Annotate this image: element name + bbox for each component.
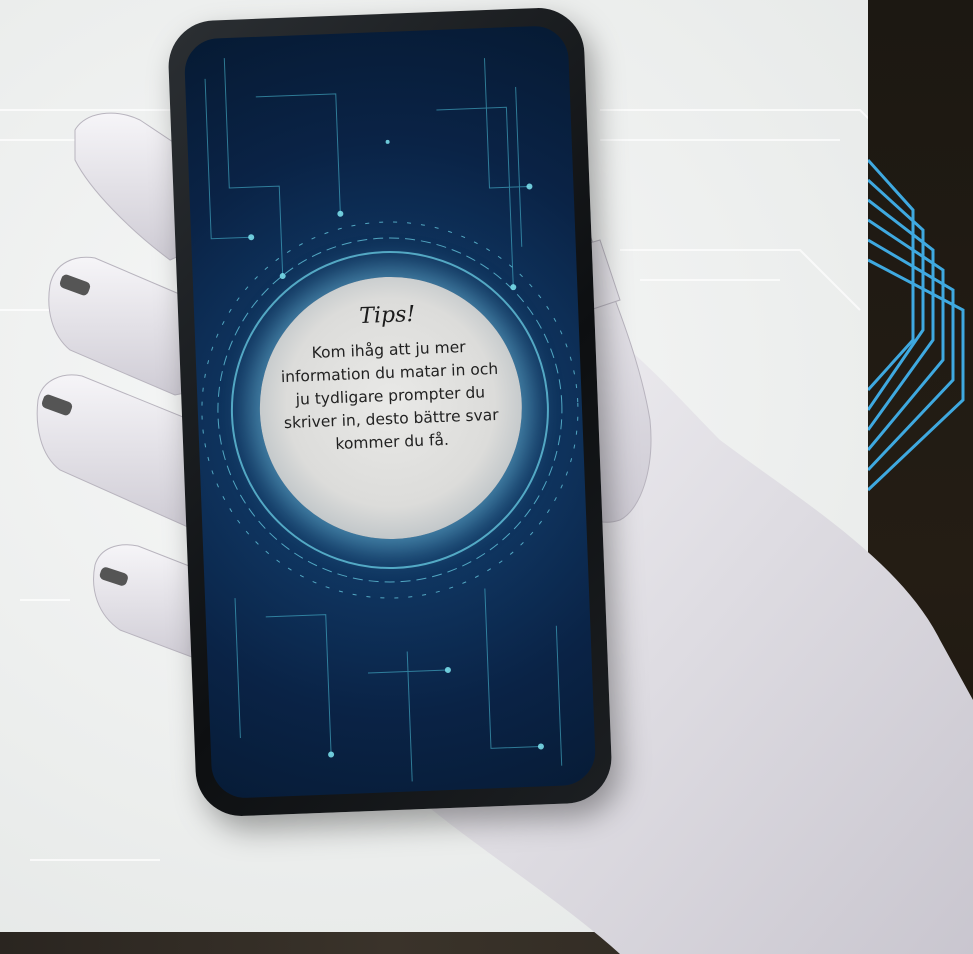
illustration-scene: Tips! Kom ihåg att ju mer information du… bbox=[0, 0, 973, 954]
tip-body: Kom ihåg att ju mer information du matar… bbox=[280, 338, 499, 454]
smartphone-icon: Tips! Kom ihåg att ju mer information du… bbox=[166, 6, 614, 818]
phone-screen: Tips! Kom ihåg att ju mer information du… bbox=[183, 24, 597, 800]
